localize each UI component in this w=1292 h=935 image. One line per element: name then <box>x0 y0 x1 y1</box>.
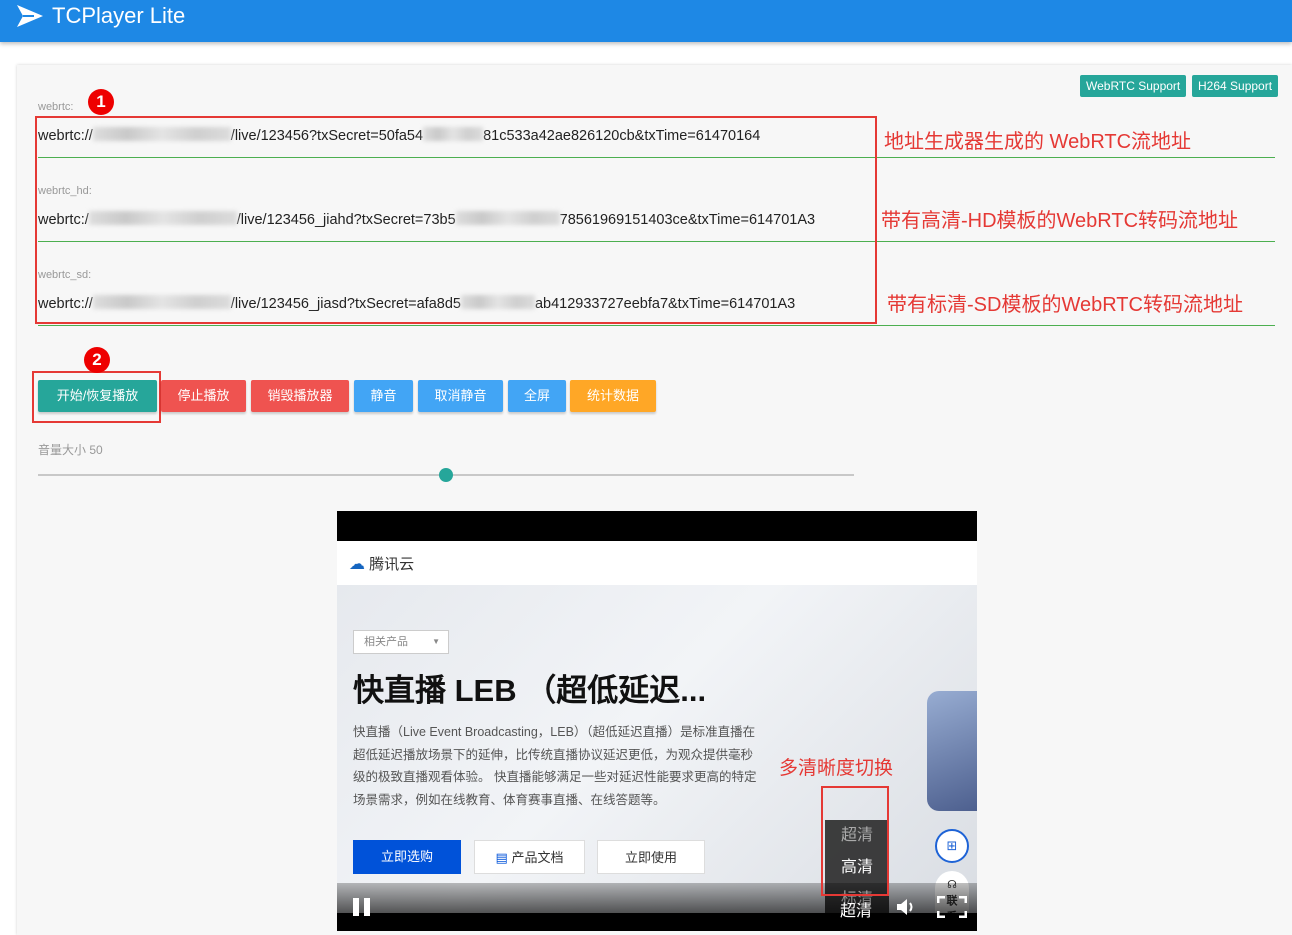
volume-icon[interactable] <box>895 897 917 917</box>
annotation-webrtc: 地址生成器生成的 WebRTC流地址 <box>884 131 1192 153</box>
play-resume-button[interactable]: 开始/恢复播放 <box>38 380 157 412</box>
gift-icon: ⊞ <box>935 829 969 863</box>
doc-icon: ▤ <box>495 850 508 865</box>
cloud-icon: ☁ <box>349 556 365 573</box>
annotation-webrtc-hd: 带有高清-HD模板的WebRTC转码流地址 <box>881 210 1239 232</box>
h264-support-badge: H264 Support <box>1192 75 1279 97</box>
volume-slider-thumb[interactable] <box>439 468 453 482</box>
volume-label: 音量大小 50 <box>38 443 103 457</box>
video-buy-button: 立即选购 <box>353 840 461 874</box>
video-use-button: 立即使用 <box>597 840 705 874</box>
video-headline: 快直播 LEB （超低延迟... <box>353 673 707 708</box>
pause-icon[interactable] <box>352 897 372 917</box>
tencent-cloud-logo: ☁ 腾讯云 <box>349 553 414 574</box>
annotation-quality-switch: 多清晰度切换 <box>779 758 894 779</box>
destroy-player-button[interactable]: 销毁播放器 <box>251 380 349 412</box>
quality-switch-highlight <box>821 786 889 896</box>
video-paragraph: 快直播（Live Event Broadcasting，LEB）（超低延迟直播）… <box>353 725 757 807</box>
url-fields-highlight <box>35 116 877 324</box>
brand-text: 腾讯云 <box>369 556 415 573</box>
fullscreen-button[interactable]: 全屏 <box>508 380 566 412</box>
annotation-webrtc-sd: 带有标清-SD模板的WebRTC转码流地址 <box>887 294 1243 316</box>
stop-button[interactable]: 停止播放 <box>161 380 246 412</box>
tcplayer-logo-icon <box>17 5 43 27</box>
field-underline <box>38 325 1275 326</box>
unmute-button[interactable]: 取消静音 <box>418 380 503 412</box>
video-docs-button: ▤ 产品文档 <box>474 840 585 874</box>
step-1-marker: 1 <box>88 89 114 115</box>
step-2-marker: 2 <box>84 347 110 373</box>
mute-button[interactable]: 静音 <box>354 380 413 412</box>
decorative-device-image <box>927 691 977 811</box>
webrtc-field-label: webrtc: <box>38 101 74 113</box>
fullscreen-icon[interactable] <box>937 896 967 918</box>
app-title: TCPlayer Lite <box>52 3 186 28</box>
caret-down-icon: ▼ <box>432 637 440 646</box>
webrtc-support-badge: WebRTC Support <box>1080 75 1187 97</box>
video-docs-label: 产品文档 <box>511 850 564 865</box>
app-bar: TCPlayer Lite <box>0 0 1292 42</box>
product-dropdown: 相关产品 ▼ <box>353 630 449 654</box>
stats-button[interactable]: 统计数据 <box>570 380 656 412</box>
product-dropdown-label: 相关产品 <box>364 636 408 648</box>
quality-switch-button[interactable]: 超清 <box>840 897 872 921</box>
